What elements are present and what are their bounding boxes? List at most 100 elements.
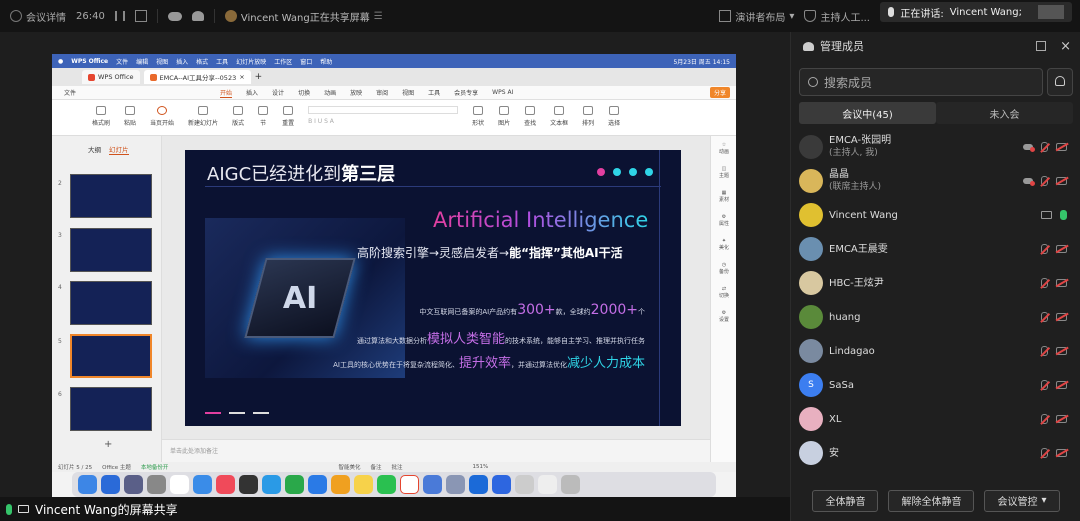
ribbon-tab-view[interactable]: 视图 xyxy=(402,88,414,97)
backup-status[interactable]: 本地备份开 xyxy=(141,463,169,471)
mic-active-icon[interactable] xyxy=(1060,210,1067,220)
slide-thumbnail-current[interactable] xyxy=(70,334,152,378)
edge-icon[interactable] xyxy=(469,475,488,494)
select-button[interactable]: 选择 xyxy=(608,106,620,127)
camera-off-icon[interactable] xyxy=(1056,143,1067,151)
textbox-button[interactable]: 文本框 xyxy=(550,106,568,127)
tab-slides[interactable]: 幻灯片 xyxy=(109,144,129,155)
comments-button[interactable]: 批注 xyxy=(391,463,402,471)
slide-thumbnail[interactable] xyxy=(70,387,152,431)
tab-wps-office[interactable]: WPS Office xyxy=(82,70,140,84)
camera-off-icon[interactable] xyxy=(1056,245,1067,253)
ribbon-tab-transition[interactable]: 切换 xyxy=(298,88,310,97)
keynote-icon[interactable] xyxy=(262,475,281,494)
font-controls[interactable]: B I U S A xyxy=(308,106,459,125)
safari-icon[interactable] xyxy=(101,475,120,494)
meeting-app-icon[interactable] xyxy=(492,475,511,494)
picture-button[interactable]: 图片 xyxy=(498,106,510,127)
grid-icon[interactable]: ☰ xyxy=(374,11,383,22)
mic-muted-icon[interactable] xyxy=(1041,176,1048,186)
ribbon-tab-insert[interactable]: 插入 xyxy=(246,88,258,97)
new-tab-icon[interactable]: + xyxy=(255,72,263,82)
notes-icon[interactable] xyxy=(354,475,373,494)
members-icon[interactable] xyxy=(191,11,204,21)
tool-backup[interactable]: ◷ 备份 xyxy=(711,262,736,275)
notes-area[interactable]: 单击此处添加备注 xyxy=(162,439,710,462)
tab-in-meeting[interactable]: 会议中(45) xyxy=(799,102,936,124)
member-row[interactable]: EMCA-张园明 (主持人, 我) xyxy=(791,130,1080,164)
tab-document[interactable]: EMCA--AI工具分享--0523 × xyxy=(143,70,251,84)
pages-icon[interactable] xyxy=(331,475,350,494)
new-slide-button[interactable]: 新建幻灯片 xyxy=(188,106,218,127)
tool-material[interactable]: ▦ 素材 xyxy=(711,190,736,203)
tool-theme[interactable]: ◫ 主题 xyxy=(711,166,736,179)
camera-off-icon[interactable] xyxy=(1056,381,1067,389)
ribbon-tab-design[interactable]: 设计 xyxy=(272,88,284,97)
find-button[interactable]: 查找 xyxy=(524,106,536,127)
mic-muted-icon[interactable] xyxy=(1041,414,1048,424)
mic-muted-icon[interactable] xyxy=(1041,278,1048,288)
launchpad-icon[interactable] xyxy=(124,475,143,494)
layout-button[interactable]: 演讲者布局 ▾ xyxy=(719,9,794,24)
calendar-icon[interactable] xyxy=(170,475,189,494)
wps-icon[interactable] xyxy=(400,475,419,494)
ribbon-tab-tools[interactable]: 工具 xyxy=(428,88,440,97)
app-icon[interactable] xyxy=(423,475,442,494)
zoom-level[interactable]: 151% xyxy=(472,464,488,470)
member-row[interactable]: huang xyxy=(791,300,1080,334)
section-button[interactable]: 节 xyxy=(258,106,269,127)
member-row[interactable]: Lindagao xyxy=(791,334,1080,368)
tab-outline[interactable]: 大纲 xyxy=(88,144,101,155)
play-from-current-button[interactable]: 当页开始 xyxy=(150,106,174,127)
system-settings-icon[interactable] xyxy=(147,475,166,494)
tool-beautify[interactable]: ✦ 美化 xyxy=(711,238,736,251)
member-row[interactable]: HBC-王炫尹 xyxy=(791,266,1080,300)
add-slide-icon[interactable]: + xyxy=(104,439,112,450)
close-icon[interactable]: × xyxy=(239,73,244,81)
camera-off-icon[interactable] xyxy=(1056,279,1067,287)
shape-button[interactable]: 形状 xyxy=(472,106,484,127)
ribbon-tab-animation[interactable]: 动画 xyxy=(324,88,336,97)
member-row[interactable]: 晶晶 (联席主持人) xyxy=(791,164,1080,198)
member-row[interactable]: Vincent Wang xyxy=(791,198,1080,232)
app-icon[interactable] xyxy=(446,475,465,494)
tab-not-joined[interactable]: 未入会 xyxy=(936,102,1073,124)
ribbon-tab-wps-ai[interactable]: WPS AI xyxy=(492,89,513,96)
member-row[interactable]: 安 xyxy=(791,436,1080,470)
ribbon-tab-home[interactable]: 开始 xyxy=(220,88,233,98)
window-thumb[interactable] xyxy=(515,475,534,494)
share-button[interactable]: 分享 xyxy=(709,87,730,98)
music-icon[interactable] xyxy=(216,475,235,494)
slide-thumbnail[interactable] xyxy=(70,228,152,272)
mic-muted-icon[interactable] xyxy=(1041,312,1048,322)
mic-muted-icon[interactable] xyxy=(1041,380,1048,390)
camera-off-icon[interactable] xyxy=(1056,177,1067,185)
notes-button[interactable]: 备注 xyxy=(370,463,381,471)
slide[interactable]: AIGC已经进化到第三层 AI Artificial Intelligence … xyxy=(185,150,681,426)
member-row[interactable]: EMCA王晨雯 xyxy=(791,232,1080,266)
cloud-record-icon[interactable] xyxy=(167,11,182,21)
finder-icon[interactable] xyxy=(78,475,97,494)
unmute-all-button[interactable]: 解除全体静音 xyxy=(888,489,975,512)
format-painter-button[interactable]: 格式刷 xyxy=(92,106,110,127)
mic-muted-icon[interactable] xyxy=(1041,244,1048,254)
ribbon-tab-member[interactable]: 会员专享 xyxy=(454,88,478,97)
popout-icon[interactable] xyxy=(1036,41,1047,51)
window-thumb[interactable] xyxy=(538,475,557,494)
layout-button[interactable]: 版式 xyxy=(232,106,244,127)
ribbon-tab-review[interactable]: 审阅 xyxy=(376,88,388,97)
meeting-info-button[interactable]: 会议详情 xyxy=(10,9,66,24)
beautify-button[interactable]: 智能美化 xyxy=(338,463,360,471)
search-input[interactable]: 搜索成员 xyxy=(799,68,1043,96)
reset-button[interactable]: 重置 xyxy=(282,106,294,127)
camera-off-icon[interactable] xyxy=(1056,415,1067,423)
testflight-icon[interactable] xyxy=(308,475,327,494)
member-row[interactable]: S SaSa xyxy=(791,368,1080,402)
tool-settings[interactable]: ⚙ 设置 xyxy=(711,310,736,323)
slide-thumbnail[interactable] xyxy=(70,281,152,325)
close-icon[interactable]: × xyxy=(1060,39,1071,54)
numbers-icon[interactable] xyxy=(285,475,304,494)
mic-muted-icon[interactable] xyxy=(1041,448,1048,458)
mic-muted-icon[interactable] xyxy=(1041,346,1048,356)
member-row[interactable]: XL xyxy=(791,402,1080,436)
